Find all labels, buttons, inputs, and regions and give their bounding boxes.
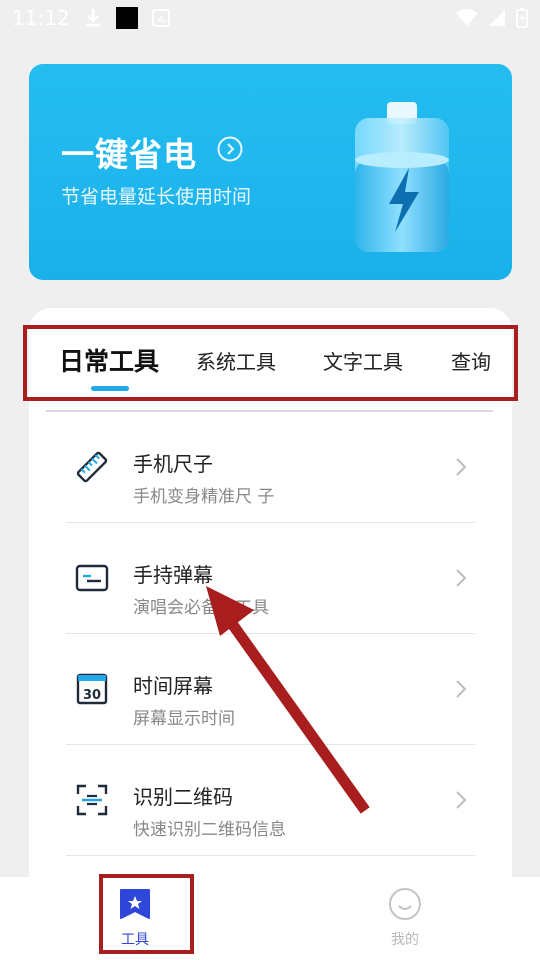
nav-mine[interactable]: 我的: [365, 887, 445, 949]
item-title: 手机尺子: [133, 452, 213, 476]
status-time: 11:12: [12, 6, 70, 30]
banner-subtitle: 节省电量延长使用时间: [61, 186, 252, 208]
wifi-icon: [456, 9, 478, 26]
chevron-right-icon: [456, 791, 467, 809]
item-subtitle: 快速识别二维码信息: [133, 820, 286, 840]
nav-mine-label: 我的: [391, 932, 419, 948]
item-divider: [66, 855, 475, 856]
tool-list: 手机尺子 手机变身精准尺 子 手持弹幕 演唱会必备小工具 30 时间屏幕 屏幕显…: [29, 412, 512, 856]
tabs-highlight-box: [23, 325, 518, 401]
smiley-icon: [389, 888, 421, 920]
chevron-right-icon: [456, 680, 467, 698]
item-subtitle: 手机变身精准尺 子: [133, 487, 275, 507]
bottom-nav: 工具 我的: [0, 877, 540, 960]
arrow-circle-icon: [217, 136, 243, 162]
a-icon: A: [151, 9, 170, 27]
notification-square-icon: [115, 7, 138, 29]
list-item-ruler[interactable]: 手机尺子 手机变身精准尺 子: [29, 412, 512, 523]
chevron-right-icon: [456, 458, 467, 476]
battery-illustration-icon: [355, 102, 449, 252]
download-icon: [85, 9, 100, 27]
scan-icon: [76, 784, 108, 816]
item-title: 手持弹幕: [133, 563, 213, 587]
list-item-danmaku[interactable]: 手持弹幕 演唱会必备小工具: [29, 523, 512, 634]
item-title: 识别二维码: [133, 785, 233, 809]
signal-icon: [489, 10, 505, 26]
nav-highlight-box: [99, 874, 194, 954]
list-item-qr-scan[interactable]: 识别二维码 快速识别二维码信息: [29, 745, 512, 856]
list-item-time-screen[interactable]: 30 时间屏幕 屏幕显示时间: [29, 634, 512, 745]
battery-status-icon: [516, 8, 528, 28]
ruler-icon: [76, 451, 108, 483]
danmaku-icon: [75, 564, 109, 592]
banner-title: 一键省电: [61, 135, 197, 174]
item-subtitle: 屏幕显示时间: [133, 709, 235, 729]
item-title: 时间屏幕: [133, 674, 213, 698]
status-bar: 11:12 A: [0, 0, 540, 36]
item-subtitle: 演唱会必备小工具: [133, 598, 269, 618]
power-save-banner[interactable]: 一键省电 节省电量延长使用时间: [29, 64, 512, 280]
svg-text:A: A: [157, 14, 165, 26]
chevron-right-icon: [456, 569, 467, 587]
calendar-icon-number: 30: [83, 688, 101, 703]
calendar-icon: 30: [76, 673, 108, 705]
